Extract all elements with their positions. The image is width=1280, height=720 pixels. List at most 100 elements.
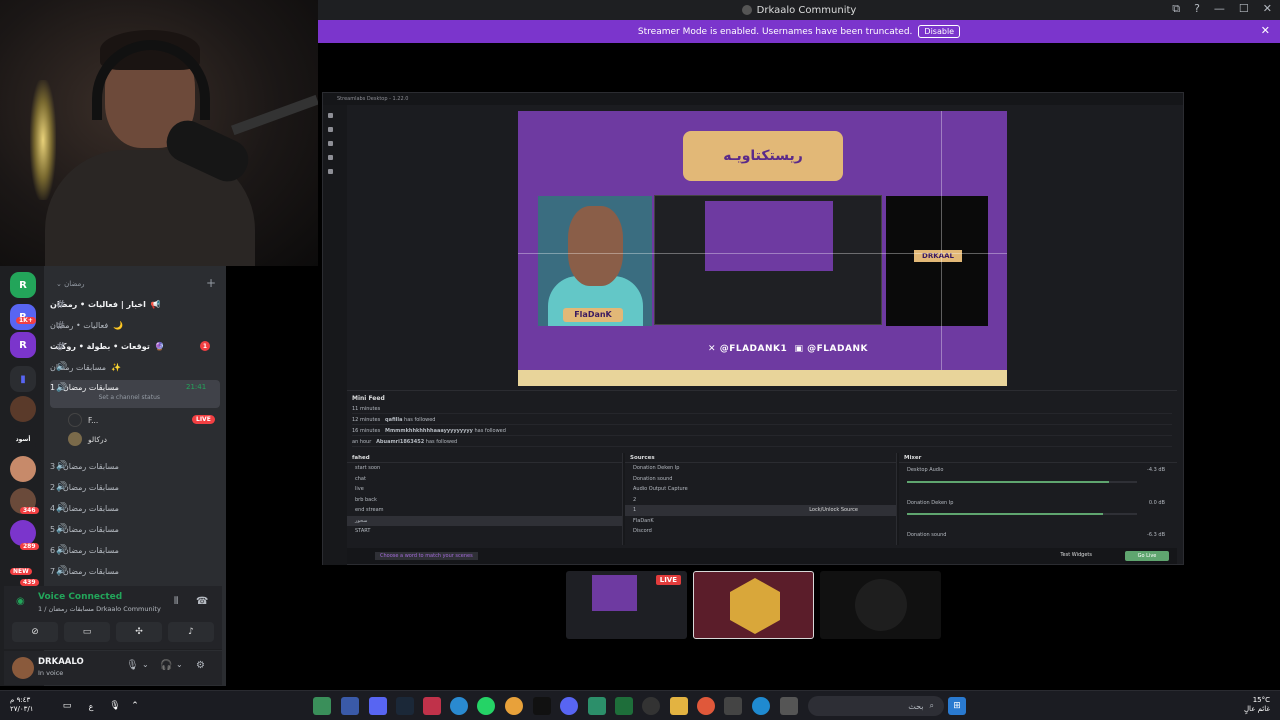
app-icon[interactable] [642, 697, 660, 715]
themes-icon[interactable] [328, 127, 333, 132]
help-icon[interactable]: ? [1194, 2, 1200, 16]
scene-item[interactable]: live [347, 484, 622, 495]
clock[interactable]: ٩:٤٣ م ٢٧/٠٣/١ [10, 696, 34, 714]
clock-date: ٢٧/٠٣/١ [10, 705, 34, 713]
voice-user[interactable]: دركالو [68, 430, 107, 448]
channel-voice[interactable]: 🔊 مسابقات رمضان | 4 [50, 498, 220, 518]
app-icon[interactable] [697, 697, 715, 715]
source-item[interactable]: Donation sound [625, 474, 896, 485]
avatar[interactable] [12, 657, 34, 679]
close-button[interactable]: ✕ [1263, 2, 1272, 16]
shield-icon[interactable] [341, 697, 359, 715]
chevron-up-icon[interactable]: ⌃ [126, 697, 144, 715]
server-icon[interactable] [10, 396, 36, 422]
channel-voice[interactable]: 🔊 مسابقات رمضان | 2 [50, 477, 220, 497]
soundboard-button[interactable]: ♪ [168, 622, 214, 642]
disconnect-icon[interactable]: ☎ [196, 596, 208, 607]
tray-network-icon[interactable]: ▭ [58, 697, 76, 715]
channel-text[interactable]: # 🔮 توقعات • بطولة • روكيت 1 [50, 336, 220, 356]
maximize-button[interactable]: ☐ [1239, 2, 1249, 16]
minifeed-title: Mini Feed [352, 395, 385, 402]
app-icon[interactable] [533, 697, 551, 715]
test-widgets[interactable]: Test Widgets [1060, 552, 1092, 558]
scene-thumb-1[interactable]: LIVE [566, 571, 687, 639]
scene-item[interactable]: chat [347, 474, 622, 485]
weather-widget[interactable]: 15°C غائم عالٍ [1244, 696, 1270, 714]
language-indicator[interactable]: ع [82, 697, 100, 715]
apps-icon[interactable] [328, 141, 333, 146]
steam-icon[interactable] [396, 697, 414, 715]
add-channel-icon[interactable]: + [206, 276, 216, 290]
noise-icon[interactable]: ⫴ [174, 596, 178, 607]
activities-button[interactable]: ✣ [116, 622, 162, 642]
discord-icon[interactable] [560, 697, 578, 715]
minimize-button[interactable]: — [1214, 2, 1225, 16]
dashboard-icon[interactable] [328, 155, 333, 160]
channel-voice[interactable]: 🔊 مسابقات رمضان | 7 [50, 561, 220, 581]
inbox-icon[interactable]: ⧉ [1172, 2, 1180, 16]
channel-text[interactable]: # 🌙 فعاليات • رمضان [50, 315, 220, 335]
channel-status[interactable]: Set a channel status [99, 394, 160, 401]
app-icon[interactable] [369, 697, 387, 715]
volume-meter[interactable] [907, 513, 1137, 515]
editor-icon[interactable] [328, 113, 333, 118]
scene-item[interactable]: end stream [347, 505, 622, 516]
whatsapp-icon[interactable] [477, 697, 495, 715]
channel-voice[interactable]: 🔊 مسابقات رمضان | 6 [50, 540, 220, 560]
channel-voice-active[interactable]: 🔊 مسابقات رمضان | 1 21:41 Set a channel … [50, 380, 220, 408]
app-icon[interactable] [588, 697, 606, 715]
app-icon[interactable] [313, 697, 331, 715]
windows-start-icon[interactable]: ⊞ [948, 697, 966, 715]
folder-icon[interactable] [670, 697, 688, 715]
gear-icon[interactable]: ⚙ [196, 660, 205, 671]
headphones-icon[interactable]: 🎧 [160, 660, 172, 671]
voice-channel[interactable]: مسابقات رمضان / 1 Drkaalo Community [38, 605, 161, 613]
stream-preview[interactable]: ريستكتاويـه FlaDanK DRKAAL ✕ @FLADANK1 ▣… [518, 111, 1007, 386]
app-icon[interactable] [423, 697, 441, 715]
store-icon[interactable] [724, 697, 742, 715]
server-icon[interactable]: R [10, 272, 36, 298]
search-input[interactable]: بحث ⌕ [808, 696, 944, 716]
mic-icon[interactable]: 🎙 [126, 660, 139, 671]
screen-share-button[interactable]: ▭ [64, 622, 110, 642]
source-item[interactable]: 1 Lock/Unlock Source [625, 505, 896, 516]
mic-tray-icon[interactable]: 🎙 [106, 697, 124, 715]
scene-item[interactable]: start soon [347, 463, 622, 474]
go-live-button[interactable]: Go Live [1125, 551, 1169, 561]
edge-icon[interactable] [752, 697, 770, 715]
server-icon[interactable]: R [10, 332, 36, 358]
folder-icon[interactable]: ▮ [10, 366, 36, 392]
channel-voice[interactable]: 🔊 ✨ مسابقات رمضان [50, 357, 220, 377]
chevron-down-icon[interactable]: ⌄ [142, 660, 149, 669]
scene-item[interactable]: START [347, 526, 622, 537]
scene-item[interactable]: سحور [347, 515, 622, 526]
close-icon[interactable]: ✕ [1261, 24, 1270, 37]
scene-thumb-3[interactable] [820, 571, 941, 639]
source-item[interactable]: 2 [625, 495, 896, 506]
disable-button[interactable]: Disable [918, 25, 961, 38]
scene-thumb-2[interactable] [693, 571, 814, 639]
source-item[interactable]: FlaDanK [625, 516, 896, 527]
signal-icon[interactable]: ◉ [16, 596, 25, 607]
chevron-down-icon[interactable]: ⌄ [176, 660, 183, 669]
app-icon[interactable] [615, 697, 633, 715]
source-item[interactable]: Donation Deken Ip [625, 463, 896, 474]
voice-user[interactable]: F... [68, 411, 98, 429]
globe-icon[interactable] [450, 697, 468, 715]
server-icon[interactable] [10, 456, 36, 482]
settings-icon[interactable] [328, 169, 333, 174]
source-item[interactable]: Audio Output Capture [625, 484, 896, 495]
scene-search[interactable]: Choose a word to match your scenes [375, 552, 478, 560]
volume-meter[interactable] [907, 481, 1137, 483]
scene-item[interactable]: brb back [347, 495, 622, 506]
source-item[interactable]: Discord [625, 526, 896, 537]
channel-text[interactable]: # 📢 اخبار | فعاليات • رمضان [50, 294, 220, 314]
channel-voice[interactable]: 🔊 مسابقات رمضان | 3 [50, 456, 220, 476]
category-header[interactable]: ⌄ رمضان [56, 280, 85, 288]
camera-off-button[interactable]: ⊘ [12, 622, 58, 642]
chrome-icon[interactable] [505, 697, 523, 715]
weather-text: غائم عالٍ [1243, 705, 1270, 713]
channel-voice[interactable]: 🔊 مسابقات رمضان | 5 [50, 519, 220, 539]
app-icon[interactable] [780, 697, 798, 715]
server-icon[interactable]: أسود [10, 426, 36, 452]
